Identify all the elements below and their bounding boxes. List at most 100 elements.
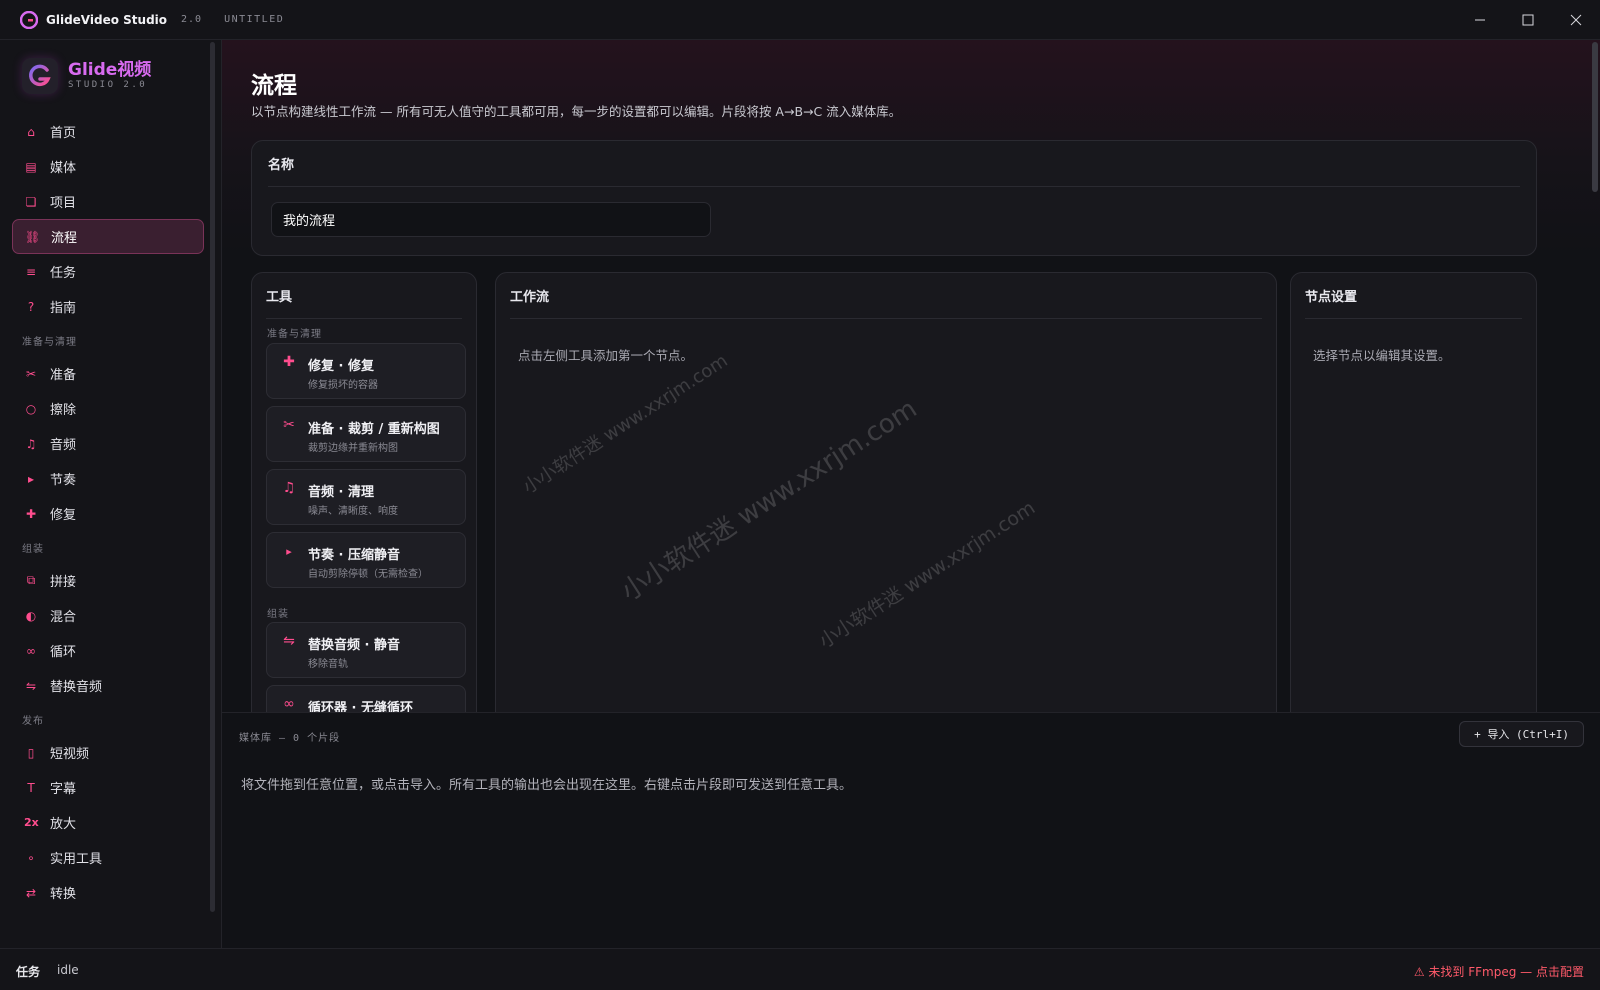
sidebar-item-shorts[interactable]: ▯ 短视频: [12, 735, 204, 770]
sidebar-item-label: 混合: [50, 610, 77, 625]
minimize-icon: [1475, 19, 1485, 21]
play-icon: ▸: [27, 471, 35, 486]
workflow-panel-title: 工作流: [510, 290, 550, 305]
sidebar-item-guide[interactable]: ? 指南: [12, 289, 204, 324]
main-content: 流程 以节点构建线性工作流 — 所有可无人值守的工具都可用，每一步的设置都可以编…: [222, 40, 1600, 712]
app-version: 2.0: [181, 14, 203, 25]
tool-section-title: 组装: [267, 609, 289, 620]
sidebar-item-label: 循环: [50, 645, 77, 660]
sidebar-item-home[interactable]: ⌂ 首页: [12, 114, 204, 149]
plus-icon: ✚: [283, 354, 295, 370]
sidebar-item-utilities[interactable]: ∘ 实用工具: [12, 840, 204, 875]
sidebar-item-repair[interactable]: ✚ 修复: [12, 496, 204, 531]
half-circle-icon: ◐: [25, 608, 37, 623]
sidebar-scrollbar[interactable]: [210, 42, 215, 912]
brand-subtitle: STUDIO 2.0: [68, 79, 148, 90]
sidebar-item-loop[interactable]: ∞ 循环: [12, 633, 204, 668]
tool-title: 替换音频 · 静音: [308, 638, 400, 653]
sidebar-item-label: 指南: [50, 301, 77, 316]
tools-panel: 工具 准备与清理 ✚ 修复 · 修复 修复损坏的容器 ✂ 准备 · 裁剪 / 重…: [251, 272, 477, 712]
sidebar-item-erase[interactable]: ○ 擦除: [12, 391, 204, 426]
merge-icon: ⧉: [26, 573, 36, 587]
brand: Glide视频 STUDIO 2.0: [22, 58, 151, 94]
sidebar-item-media[interactable]: ▤ 媒体: [12, 149, 204, 184]
tool-section-title: 准备与清理: [267, 329, 322, 340]
media-library-hint: 将文件拖到任意位置，或点击导入。所有工具的输出也会出现在这里。右键点击片段即可发…: [241, 778, 853, 793]
workflow-panel: 工作流 点击左侧工具添加第一个节点。: [495, 272, 1277, 712]
close-button[interactable]: [1552, 0, 1600, 40]
sidebar-item-replace-audio[interactable]: ⇋ 替换音频: [12, 668, 204, 703]
sidebar-item-label: 实用工具: [50, 852, 103, 867]
project-icon: ❏: [25, 194, 37, 209]
flow-icon: ⛓: [25, 229, 41, 244]
tool-repair[interactable]: ✚ 修复 · 修复 修复损坏的容器: [266, 343, 466, 399]
sidebar-item-prep[interactable]: ✂ 准备: [12, 356, 204, 391]
sidebar-item-label: 任务: [50, 266, 77, 281]
sidebar-item-label: 替换音频: [50, 680, 103, 695]
tool-replace-audio[interactable]: ⇋ 替换音频 · 静音 移除音轨: [266, 622, 466, 678]
tool-subtitle: 修复损坏的容器: [308, 380, 378, 391]
main-scrollbar[interactable]: [1592, 42, 1598, 192]
sidebar-item-audio[interactable]: ♫ 音频: [12, 426, 204, 461]
sidebar-item-label: 擦除: [50, 403, 77, 418]
tool-rhythm-silence[interactable]: ▸ 节奏 · 压缩静音 自动剪除停顿（无需检查）: [266, 532, 466, 588]
tool-subtitle: 自动剪除停顿（无需检查）: [308, 569, 428, 580]
sidebar-item-label: 流程: [51, 231, 78, 246]
media-library-label: 媒体库 — 0 个片段: [239, 733, 341, 744]
name-card-header: 名称: [268, 141, 1520, 187]
ffmpeg-warning-link[interactable]: ⚠ 未找到 FFmpeg — 点击配置: [1414, 963, 1584, 980]
sidebar-item-label: 字幕: [50, 782, 77, 797]
infinity-icon: ∞: [283, 696, 295, 712]
text-icon: T: [27, 780, 35, 795]
play-icon: ▸: [286, 545, 292, 558]
home-icon: ⌂: [27, 124, 35, 139]
node-settings-title: 节点设置: [1305, 290, 1358, 305]
sidebar-item-concat[interactable]: ⧉ 拼接: [12, 563, 204, 598]
sidebar-item-subtitles[interactable]: T 字幕: [12, 770, 204, 805]
sidebar-item-blend[interactable]: ◐ 混合: [12, 598, 204, 633]
tool-title: 节奏 · 压缩静音: [308, 548, 400, 563]
sidebar-item-rhythm[interactable]: ▸ 节奏: [12, 461, 204, 496]
sidebar-item-label: 准备: [50, 368, 77, 383]
sidebar-item-label: 转换: [50, 887, 77, 902]
media-library[interactable]: 媒体库 — 0 个片段 + 导入 (Ctrl+I) 将文件拖到任意位置，或点击导…: [222, 712, 1600, 948]
dot-icon: ∘: [27, 850, 35, 865]
sidebar-item-label: 项目: [50, 196, 77, 211]
list-icon: ≡: [25, 264, 37, 279]
infinity-icon: ∞: [26, 643, 36, 658]
flow-name-input[interactable]: [271, 202, 711, 237]
workflow-hint: 点击左侧工具添加第一个节点。: [518, 348, 694, 363]
tool-subtitle: 裁剪边缘并重新构图: [308, 443, 398, 454]
app-name: GlideVideo Studio: [46, 12, 168, 27]
import-button[interactable]: + 导入 (Ctrl+I): [1459, 721, 1584, 747]
sidebar-item-upscale[interactable]: 2x 放大: [12, 805, 204, 840]
tool-subtitle: 移除音轨: [308, 659, 348, 670]
node-settings-panel: 节点设置 选择节点以编辑其设置。: [1290, 272, 1537, 712]
swap-icon: ⇋: [283, 633, 295, 649]
maximize-button[interactable]: [1504, 0, 1552, 40]
tools-panel-title: 工具: [266, 290, 293, 305]
sidebar-item-projects[interactable]: ❏ 项目: [12, 184, 204, 219]
sidebar-item-label: 音频: [50, 438, 77, 453]
tool-looper[interactable]: ∞ 循环器 · 无缝循环: [266, 685, 466, 712]
workflow-panel-header: 工作流: [510, 273, 1262, 319]
node-settings-header: 节点设置: [1305, 273, 1522, 319]
music-icon: ♫: [282, 480, 296, 496]
sidebar-item-label: 修复: [50, 508, 77, 523]
sidebar-item-convert[interactable]: ⇄ 转换: [12, 875, 204, 910]
tool-title: 准备 · 裁剪 / 重新构图: [308, 422, 440, 437]
sidebar-item-flow[interactable]: ⛓ 流程: [12, 219, 204, 254]
brand-name: Glide视频: [68, 59, 152, 80]
brand-logo-icon: [22, 58, 58, 94]
phone-icon: ▯: [27, 745, 35, 760]
upscale-icon: 2x: [24, 816, 39, 829]
sidebar-item-label: 短视频: [50, 747, 90, 762]
name-card: 名称: [251, 140, 1537, 256]
tool-subtitle: 噪声、清晰度、响度: [308, 506, 398, 517]
tool-audio-clean[interactable]: ♫ 音频 · 清理 噪声、清晰度、响度: [266, 469, 466, 525]
page-title: 流程: [251, 73, 297, 99]
minimize-button[interactable]: [1456, 0, 1504, 40]
sidebar-group-title: 发布: [22, 715, 44, 727]
tool-prep-crop[interactable]: ✂ 准备 · 裁剪 / 重新构图 裁剪边缘并重新构图: [266, 406, 466, 462]
sidebar-item-tasks[interactable]: ≡ 任务: [12, 254, 204, 289]
